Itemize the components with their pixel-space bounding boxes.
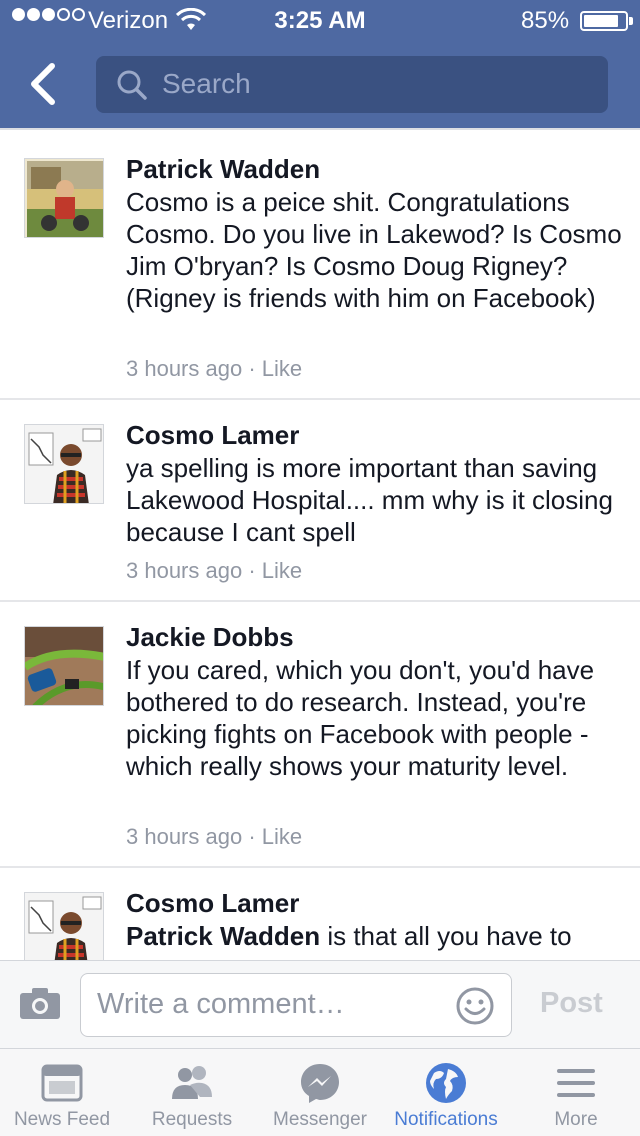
like-button[interactable]: Like [262, 356, 302, 381]
meta-separator: · [248, 824, 256, 849]
chevron-left-icon [31, 63, 55, 105]
comment-item: Patrick Wadden Cosmo is a peice shit. Co… [0, 130, 640, 400]
search-input[interactable]: Search [96, 56, 608, 113]
comment-meta: 3 hours ago · Like [126, 824, 302, 850]
camera-icon [20, 988, 60, 1019]
status-bar: Verizon 3:25 AM 85% [0, 0, 640, 40]
comment-text: Cosmo is a peice shit. Congratulations C… [126, 187, 622, 313]
news-feed-icon [41, 1064, 83, 1102]
search-placeholder: Search [162, 68, 251, 99]
battery-percent: 85% [521, 7, 570, 34]
battery-icon [580, 11, 628, 31]
tab-label: News Feed [13, 1109, 111, 1130]
comment-composer: Write a comment… Post [0, 960, 640, 1048]
comment-placeholder: Write a comment… [97, 988, 345, 1020]
tab-label: Requests [151, 1109, 233, 1130]
tab-label: Messenger [273, 1109, 367, 1130]
tab-label: More [554, 1109, 598, 1130]
meta-separator: · [248, 356, 256, 381]
menu-icon [557, 1069, 595, 1097]
avatar[interactable] [24, 424, 104, 504]
avatar[interactable] [24, 892, 104, 960]
comment-text: If you cared, which you don't, you'd hav… [126, 655, 595, 781]
comment-item: Cosmo Lamer ya spelling is more importan… [0, 400, 640, 602]
comment-meta: 3 hours ago · Like [126, 558, 302, 584]
search-icon [116, 69, 148, 106]
tab-bar: News Feed Requests Messenger Notificatio… [0, 1048, 640, 1136]
comment-input[interactable]: Write a comment… [80, 973, 512, 1037]
back-button[interactable] [24, 60, 64, 108]
header: Verizon 3:25 AM 85% Search [0, 0, 640, 128]
tab-news-feed[interactable]: News Feed [0, 1049, 124, 1136]
comment-time: 3 hours ago [126, 824, 243, 849]
friends-icon [172, 1066, 212, 1099]
camera-button[interactable] [18, 985, 62, 1026]
avatar[interactable] [24, 626, 104, 706]
tab-more[interactable]: More [512, 1049, 640, 1136]
globe-icon [426, 1063, 466, 1103]
comment-time: 3 hours ago [126, 356, 243, 381]
comment-item: Jackie Dobbs If you cared, which you don… [0, 602, 640, 868]
tab-requests[interactable]: Requests [128, 1049, 256, 1136]
comment-author[interactable]: Cosmo Lamer [126, 420, 299, 451]
tab-messenger[interactable]: Messenger [256, 1049, 384, 1136]
comment-meta: 3 hours ago · Like [126, 356, 302, 382]
mention-link[interactable]: Patrick Wadden [126, 921, 320, 951]
comment-item: Cosmo Lamer Patrick Wadden is that all y… [0, 868, 640, 960]
comment-time: 3 hours ago [126, 558, 243, 583]
tab-notifications[interactable]: Notifications [384, 1049, 508, 1136]
post-button[interactable]: Post [540, 987, 603, 1020]
comments-list[interactable]: Patrick Wadden Cosmo is a peice shit. Co… [0, 128, 640, 960]
like-button[interactable]: Like [262, 824, 302, 849]
comment-author[interactable]: Cosmo Lamer [126, 888, 299, 919]
comment-text-fragment: is that all you have to [320, 921, 572, 951]
comment-text: Patrick Wadden is that all you have to [126, 920, 626, 952]
comment-text: ya spelling is more important than savin… [126, 453, 613, 547]
messenger-icon [301, 1064, 339, 1103]
meta-separator: · [248, 558, 256, 583]
smiley-icon[interactable] [455, 986, 495, 1031]
like-button[interactable]: Like [262, 558, 302, 583]
comment-author[interactable]: Patrick Wadden [126, 154, 320, 185]
tab-label: Notifications [394, 1109, 498, 1130]
comment-author[interactable]: Jackie Dobbs [126, 622, 294, 653]
avatar[interactable] [24, 158, 104, 238]
